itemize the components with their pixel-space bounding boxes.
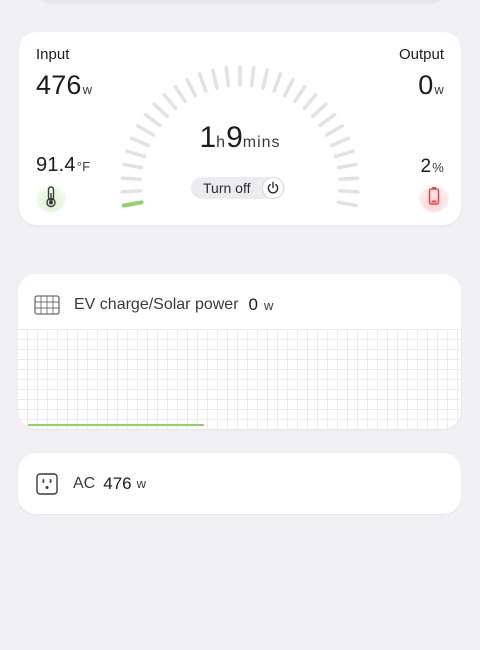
gauge-tick xyxy=(173,84,187,104)
ac-output-card[interactable]: AC 476 w xyxy=(18,453,461,514)
battery-low-icon xyxy=(419,182,449,212)
power-history-line xyxy=(28,424,204,426)
gauge-tick xyxy=(152,102,170,119)
ev-solar-header: EV charge/Solar power 0 w xyxy=(34,293,273,317)
ac-value: 476 xyxy=(103,473,132,493)
ev-solar-title: EV charge/Solar power xyxy=(74,296,239,313)
turn-off-button[interactable]: Turn off xyxy=(191,177,285,199)
temperature-value: 91.4°F xyxy=(36,154,91,176)
previous-card-edge xyxy=(40,0,442,4)
power-icon xyxy=(262,177,284,199)
time-minutes: 9 xyxy=(226,121,243,154)
gauge-tick xyxy=(338,189,360,194)
time-hours: 1 xyxy=(199,121,217,154)
gauge-tick xyxy=(185,77,197,98)
gauge-tick xyxy=(224,66,231,88)
ev-solar-value: 0 xyxy=(248,295,258,314)
power-history-grid xyxy=(18,329,461,429)
status-card: Input 476w Output 0w 91.4°F 2% 1h9mins T… xyxy=(19,32,461,225)
time-minutes-unit: mins xyxy=(242,134,281,151)
input-value: 476w xyxy=(36,70,93,100)
gauge-tick xyxy=(249,66,256,88)
input-unit: w xyxy=(82,82,93,97)
gauge-tick xyxy=(302,92,318,111)
battery-value: 2% xyxy=(420,156,444,177)
gauge-tick xyxy=(310,102,328,119)
ev-solar-card[interactable]: EV charge/Solar power 0 w xyxy=(18,274,461,429)
gauge-tick xyxy=(197,72,208,93)
gauge-tick xyxy=(336,162,358,170)
ev-solar-unit: w xyxy=(264,297,274,313)
turn-off-label: Turn off xyxy=(203,180,251,196)
gauge-tick xyxy=(338,176,360,181)
time-hours-unit: h xyxy=(216,134,227,151)
ac-unit: w xyxy=(136,476,146,491)
ac-row: AC 476 w xyxy=(36,453,146,514)
ac-outlet-icon xyxy=(36,472,58,495)
gauge-tick xyxy=(336,200,358,208)
gauge-tick xyxy=(121,200,144,208)
gauge-tick xyxy=(120,189,142,194)
output-value: 0w xyxy=(418,70,444,100)
solar-panel-icon xyxy=(34,295,60,315)
temperature-unit: °F xyxy=(76,159,91,174)
battery-unit: % xyxy=(432,160,444,175)
gauge-tick xyxy=(283,77,295,98)
gauge-tick xyxy=(293,84,307,104)
output-unit: w xyxy=(434,82,444,97)
gauge-tick xyxy=(122,162,144,170)
gauge-tick xyxy=(261,68,269,90)
ac-label: AC xyxy=(73,474,96,492)
gauge-tick xyxy=(211,68,219,90)
gauge-tick xyxy=(120,176,142,181)
gauge-tick xyxy=(162,92,178,111)
gauge-tick xyxy=(272,72,283,93)
output-label: Output xyxy=(398,46,444,63)
remaining-time: 1h9mins xyxy=(19,121,461,155)
input-label: Input xyxy=(36,46,70,63)
thermometer-icon xyxy=(36,182,66,212)
